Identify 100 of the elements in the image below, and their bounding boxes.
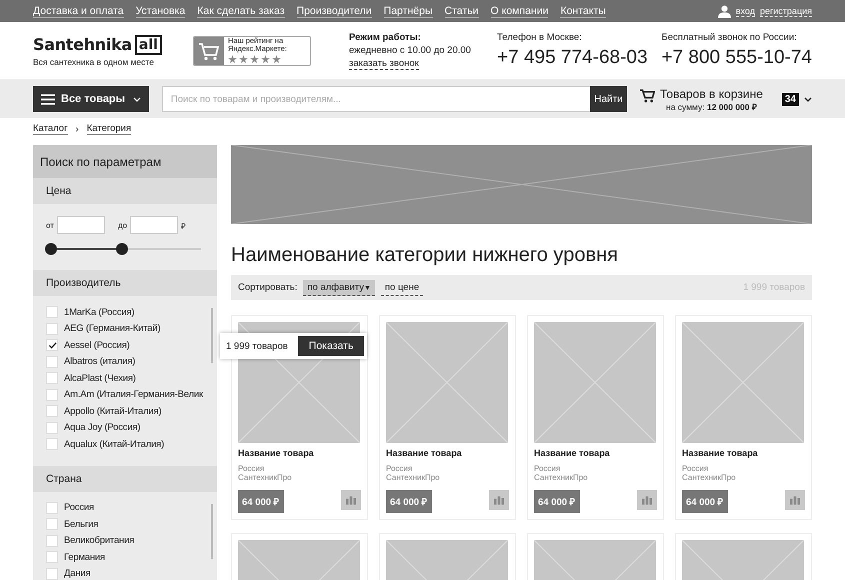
nav-link[interactable]: Статьи [444, 4, 479, 18]
show-button[interactable]: Показать [298, 336, 364, 356]
checkbox[interactable] [46, 356, 58, 368]
scrollbar[interactable] [211, 308, 213, 363]
category-title: Наименование категории нижнего уровня [231, 244, 619, 267]
user-icon [718, 4, 731, 18]
cart-count: 34 [782, 92, 799, 106]
section-header: Цена [33, 178, 217, 204]
checkbox[interactable] [46, 388, 58, 401]
price-from-field[interactable] [56, 216, 105, 234]
product-country: Россия [534, 464, 562, 473]
filter-option[interactable]: Appollo (Китай-Италия) [64, 406, 162, 417]
product-name[interactable]: Название товара [534, 448, 657, 458]
price-to-field[interactable] [130, 216, 178, 234]
phone-label: Телефон в Москве: [497, 32, 583, 43]
price-tag: 64 000 ₽ [534, 490, 580, 513]
price-tag: 64 000 ₽ [682, 490, 728, 513]
filter-option[interactable]: Am.Am (Италия-Германия-Велик [64, 389, 203, 400]
price-from-label: от [46, 220, 54, 230]
product-name[interactable]: Название товара [682, 448, 805, 458]
product-card[interactable]: Название товара Россия СантехникПро 64 000 ₽ [527, 315, 664, 520]
filter-option[interactable]: Aqua Joy (Россия) [64, 422, 140, 434]
nav-link[interactable]: Доставка и оплата [33, 4, 124, 18]
phone-number: +7 800 555-10-74 [661, 47, 812, 69]
checkbox[interactable] [46, 518, 58, 530]
product-brand: СантехникПро [682, 473, 737, 482]
product-brand: СантехникПро [386, 473, 441, 482]
search-field[interactable]: Поиск по товарам и производителям... [162, 86, 590, 112]
currency-label: ₽ [181, 220, 186, 230]
filter-option[interactable]: Aessel (Россия) [64, 340, 130, 351]
checkbox[interactable] [46, 438, 58, 450]
checkbox[interactable] [46, 568, 58, 580]
price-to-label: до [118, 220, 128, 230]
filter-option[interactable]: Albatros (италия) [64, 356, 136, 368]
product-brand: СантехникПро [534, 473, 589, 482]
tagline: Вся сантехника в одном месте [33, 56, 155, 66]
hours-text: ежедневно с 10.00 до 20.00 [349, 44, 472, 56]
checkbox[interactable] [46, 534, 58, 547]
breadcrumb-link[interactable]: Категория [86, 123, 132, 135]
filter-option[interactable]: AlcaPlast (Чехия) [64, 372, 136, 384]
filter-option[interactable]: Бельгия [64, 518, 98, 530]
price-tag: 64 000 ₽ [386, 490, 432, 513]
bar-chart-icon [346, 496, 356, 504]
product-card[interactable]: Название товара Россия СантехникПро 64 000 ₽ [379, 315, 516, 520]
slider-handle[interactable] [116, 243, 128, 255]
bar-chart-icon [494, 496, 504, 504]
bar-chart-icon [790, 496, 800, 504]
menu-icon [41, 94, 55, 104]
compare-button[interactable] [341, 490, 361, 510]
filter-option[interactable]: Великобритания [64, 535, 134, 546]
logo-badge: all [134, 34, 162, 54]
product-country: Россия [238, 464, 266, 473]
checkbox[interactable] [46, 306, 58, 318]
search-button[interactable]: Найти [590, 86, 628, 112]
checkbox[interactable] [46, 339, 58, 352]
section-header: Страна [33, 466, 217, 492]
compare-button[interactable] [489, 490, 509, 510]
product-name[interactable]: Название товара [386, 448, 509, 458]
breadcrumb-separator: › [76, 124, 79, 134]
scrollbar[interactable] [211, 504, 213, 558]
filter-option[interactable]: 1MarKa (Россия) [64, 306, 134, 318]
product-card[interactable]: Название товара Россия СантехникПро 64 000 ₽ [675, 315, 812, 520]
sort-option[interactable]: по цене [380, 280, 424, 296]
nav-link[interactable]: Как сделать заказ [197, 4, 285, 18]
login-link[interactable]: вход [736, 6, 755, 16]
breadcrumb-link[interactable]: Каталог [33, 123, 68, 135]
cart-sum: на сумму: 12 000 000 ₽ [666, 100, 757, 112]
sort-label: Сортировать: [238, 282, 298, 293]
checkbox[interactable] [46, 405, 58, 418]
cart-icon [640, 88, 656, 102]
checkbox[interactable] [46, 502, 58, 514]
callback-link[interactable]: заказать звонок [349, 58, 419, 70]
register-link[interactable]: регистрация [760, 6, 812, 16]
filter-option[interactable]: Россия [64, 502, 94, 514]
checkbox[interactable] [46, 422, 58, 434]
nav-link[interactable]: Контакты [560, 4, 606, 18]
product-brand: СантехникПро [238, 473, 293, 482]
compare-button[interactable] [785, 490, 805, 510]
filter-option[interactable]: Aqualux (Китай-Италия) [64, 438, 164, 450]
filter-title: Поиск по параметрам [33, 145, 217, 178]
phone-label: Бесплатный звонок по России: [661, 32, 798, 43]
checkbox[interactable] [46, 551, 58, 564]
compare-button[interactable] [637, 490, 657, 510]
cart-icon [194, 36, 224, 64]
hours-title: Режим работы: [349, 32, 422, 42]
nav-link[interactable]: Производители [296, 4, 372, 18]
filter-option[interactable]: Дания [64, 568, 90, 580]
filter-option[interactable]: Германия [64, 552, 105, 563]
checkbox[interactable] [46, 372, 58, 384]
nav-link[interactable]: О компании [490, 4, 548, 18]
nav-link[interactable]: Партнёры [384, 4, 432, 18]
cart-title[interactable]: Товаров в корзине [660, 86, 763, 100]
product-country: Россия [386, 464, 414, 473]
product-name[interactable]: Название товара [238, 448, 361, 458]
checkbox[interactable] [46, 322, 58, 335]
caret-icon[interactable] [804, 96, 812, 102]
nav-link[interactable]: Установка [136, 4, 186, 18]
filter-option[interactable]: AEG (Германия-Китай) [64, 323, 160, 334]
slider-handle[interactable] [45, 243, 57, 255]
catalog-button[interactable]: Все товары [33, 86, 149, 112]
